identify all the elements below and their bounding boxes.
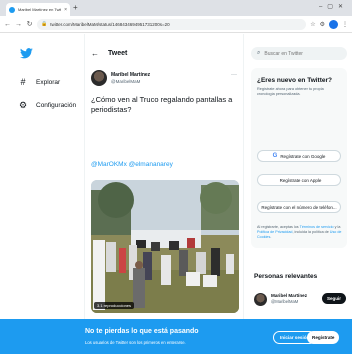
tab-title: Maribel Martínez en Twitter: "¿C (18, 7, 62, 12)
nav-settings[interactable]: ⚙ Configuración (18, 100, 76, 111)
more-options-icon[interactable]: ··· (231, 72, 237, 78)
browser-toolbar: ← → ↻ 🔒 twitter.com/MaribelMaM/status/14… (0, 16, 352, 33)
star-icon[interactable]: ☆ (310, 21, 315, 28)
legal-mid2: , incluida la política de (292, 230, 330, 234)
signup-google-label: Regístrate con Google (280, 153, 326, 159)
relevant-people-title: Personas relevantes (254, 273, 318, 280)
tweet-column: ← Tweet Maribel Martínez @MaribelMaM ···… (84, 34, 244, 354)
signup-phone-button[interactable]: Regístrate con el número de teléfon... (257, 201, 341, 213)
twitter-favicon-icon (9, 6, 15, 13)
register-button[interactable]: Regístrate (307, 331, 340, 344)
hashtag-icon: # (20, 77, 26, 87)
extensions-icon[interactable]: ⚙ (320, 21, 325, 28)
follow-button[interactable]: Seguir (321, 293, 346, 304)
nav-explore-label: Explorar (36, 78, 61, 86)
profile-avatar[interactable] (329, 19, 338, 29)
url-text: twitter.com/MaribelMaM/status/1468434694… (50, 21, 170, 27)
close-tab-icon[interactable]: × (64, 7, 67, 13)
signup-card: ¿Eres nuevo en Twitter? Regístrate ahora… (251, 68, 347, 248)
tweet-text: ¿Cómo ven al Truco regalando pantallas a… (91, 95, 233, 114)
event-photo-illustration (91, 180, 239, 313)
tweet-header-title: Tweet (108, 50, 128, 57)
back-icon[interactable]: ← (4, 21, 11, 28)
person-name[interactable]: Maribel Martínez (271, 293, 318, 298)
right-sidebar: ⌕ ¿Eres nuevo en Twitter? Regístrate aho… (244, 34, 352, 355)
banner-title: No te pierdas lo que está pasando (85, 328, 199, 335)
login-banner: No te pierdas lo que está pasando Los us… (0, 319, 352, 354)
signup-subtitle: Regístrate ahora para obtener tu propia … (257, 87, 324, 96)
media-view-count: 3.1 reproducciones (94, 302, 135, 309)
signup-title: ¿Eres nuevo en Twitter? (257, 77, 333, 84)
banner-subtitle: Los usuarios de Twitter son los primeros… (85, 340, 186, 345)
browser-tab-strip: Maribel Martínez en Twitter: "¿C × + –▢✕ (0, 0, 352, 16)
browser-tab[interactable]: Maribel Martínez en Twitter: "¿C × (6, 3, 70, 16)
signup-legal-text: Al registrarte, aceptas los Términos de … (257, 225, 343, 240)
nav-explore[interactable]: # Explorar (18, 77, 60, 87)
author-handle[interactable]: @MaribelMaM (111, 79, 150, 84)
tweet-author[interactable]: Maribel Martínez @MaribelMaM (91, 70, 150, 86)
legal-end: . (270, 235, 272, 239)
new-tab-button[interactable]: + (73, 3, 78, 13)
legal-prefix: Al registrarte, aceptas los (257, 225, 300, 229)
search-input[interactable] (264, 50, 335, 57)
signup-apple-button[interactable]: Regístrate con Apple (257, 174, 341, 186)
twitter-page: # Explorar ⚙ Configuración ← Tweet Marib… (0, 34, 352, 355)
lock-icon: 🔒 (41, 21, 48, 27)
forward-icon[interactable]: → (15, 21, 22, 28)
window-controls[interactable]: –▢✕ (319, 3, 348, 10)
legal-mid: y la (333, 225, 341, 229)
terms-link[interactable]: Términos de servicio (300, 225, 334, 229)
tweet-media-photo[interactable]: 3.1 reproducciones (91, 180, 239, 313)
search-box[interactable]: ⌕ (251, 47, 347, 60)
twitter-logo-icon[interactable] (20, 48, 33, 62)
reload-icon[interactable]: ↻ (26, 20, 33, 28)
person-handle[interactable]: @MaribelMaM (271, 299, 318, 304)
relevant-person[interactable]: Maribel Martínez @MaribelMaM Seguir (254, 293, 346, 306)
tweet-header: ← Tweet (91, 49, 127, 58)
left-sidebar: # Explorar ⚙ Configuración (0, 34, 84, 354)
author-name[interactable]: Maribel Martínez (111, 72, 150, 78)
gear-icon: ⚙ (18, 100, 28, 110)
author-avatar[interactable] (91, 70, 107, 86)
person-avatar[interactable] (254, 293, 267, 306)
nav-settings-label: Configuración (36, 102, 77, 109)
tweet-mentions[interactable]: @MarOKMx @elmananarey (91, 161, 173, 168)
signup-phone-label: Regístrate con el número de teléfon... (261, 204, 337, 210)
search-icon: ⌕ (257, 50, 261, 56)
privacy-link[interactable]: Política de Privacidad (257, 230, 292, 234)
menu-icon[interactable]: ⋮ (342, 21, 348, 28)
back-arrow-icon[interactable]: ← (91, 49, 99, 58)
signup-google-button[interactable]: G Regístrate con Google (257, 150, 341, 162)
signup-apple-label: Regístrate con Apple (279, 177, 322, 183)
google-icon: G (272, 153, 278, 159)
address-bar[interactable]: 🔒 twitter.com/MaribelMaM/status/14684346… (37, 18, 307, 30)
